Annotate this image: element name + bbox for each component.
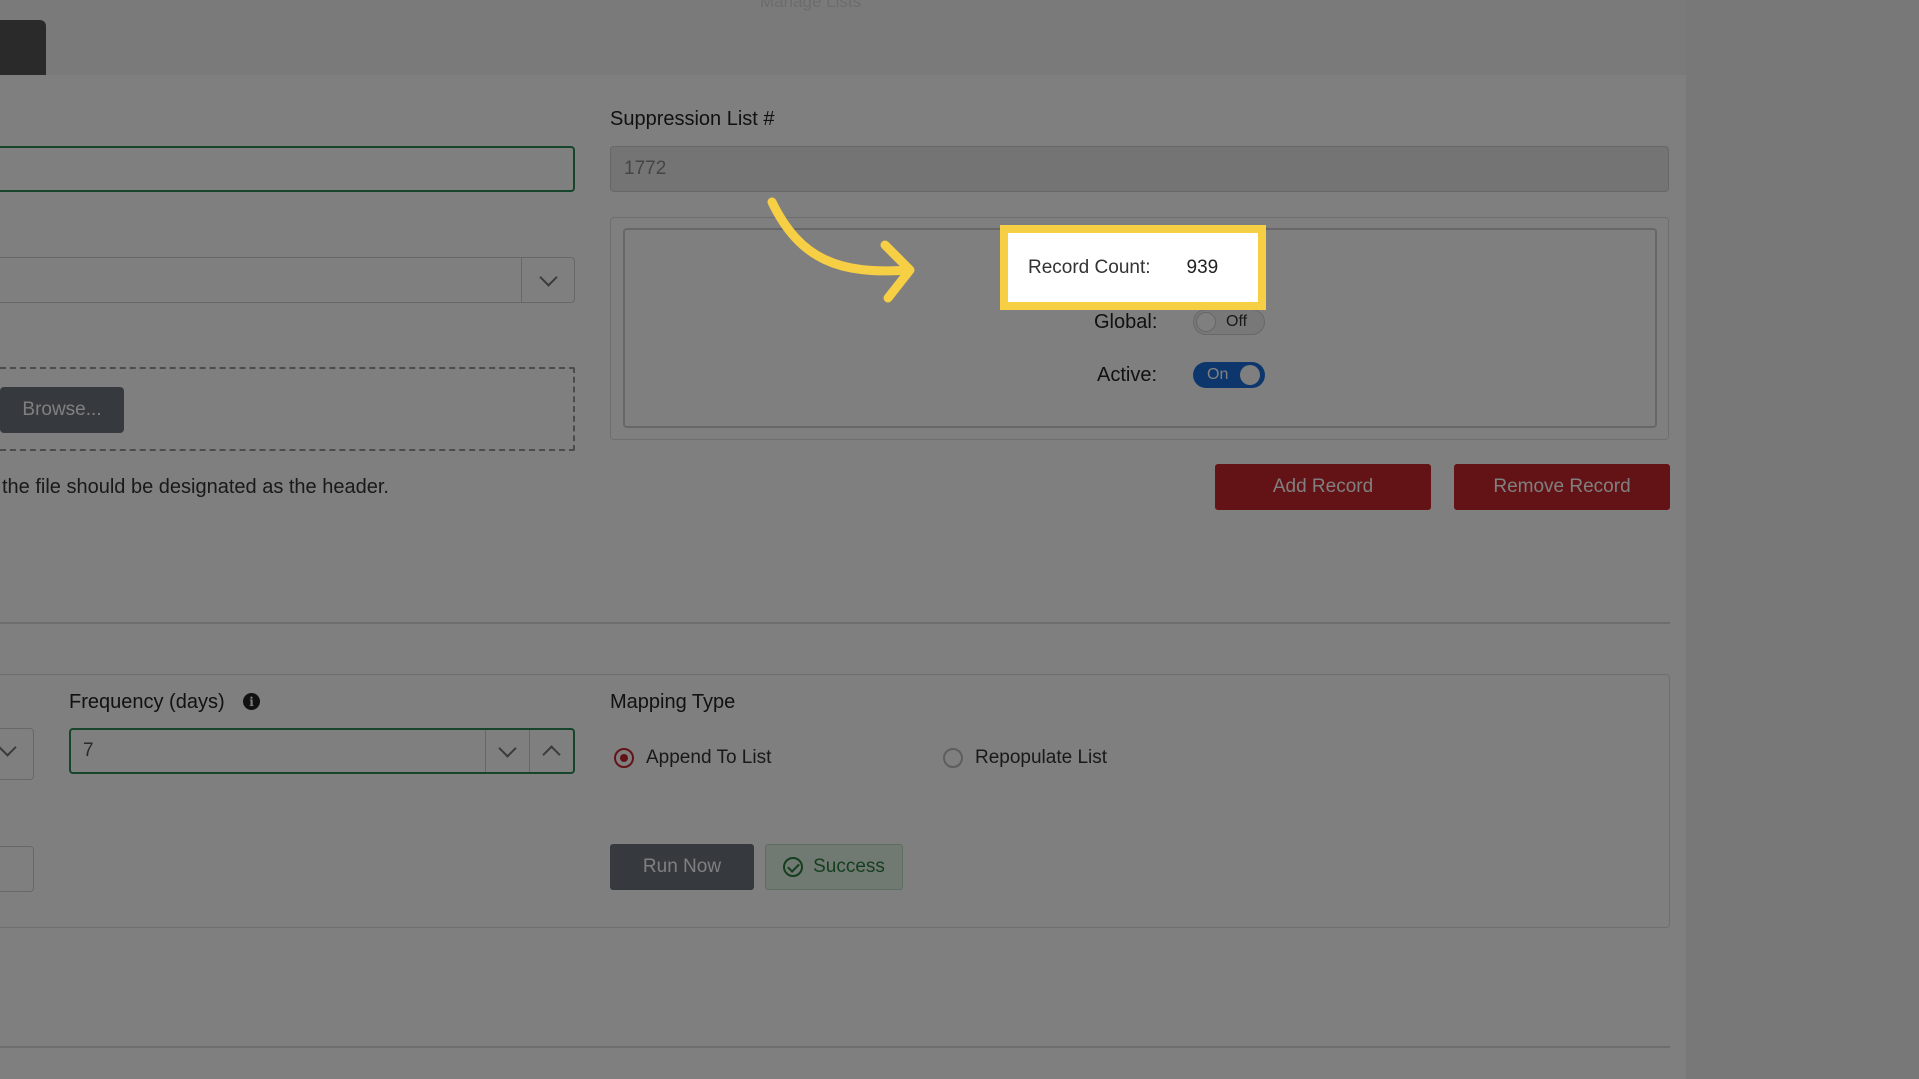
record-count-value: 939 — [1186, 256, 1219, 278]
arrow-callout-icon — [767, 197, 915, 303]
record-count-highlight: Record Count: 939 — [1000, 225, 1266, 310]
dim-overlay — [0, 0, 1919, 1079]
record-count-label: Record Count: — [1028, 256, 1151, 278]
